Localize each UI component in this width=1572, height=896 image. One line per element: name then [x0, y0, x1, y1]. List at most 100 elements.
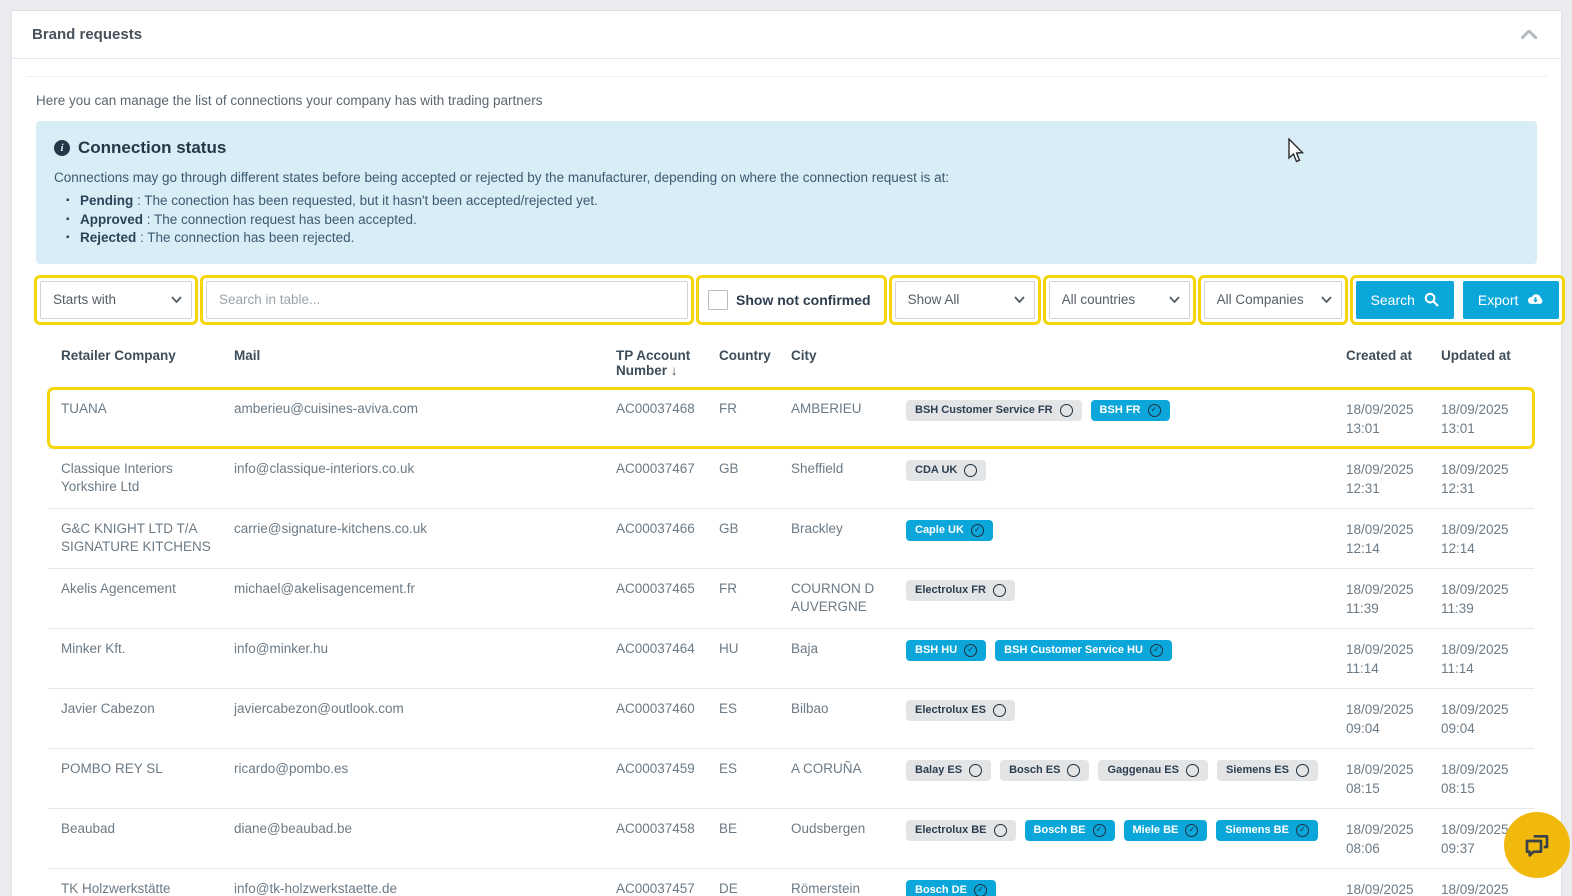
- brand-status-badge[interactable]: BSH FR ✓: [1090, 399, 1170, 421]
- chat-bubbles-icon: [1525, 835, 1549, 857]
- brand-status-badge[interactable]: BSH Customer Service HU ✓: [995, 639, 1172, 661]
- created-time: 08:06: [1346, 840, 1380, 856]
- cell-mail: michael@akelisagencement.fr: [221, 567, 603, 628]
- cell-brands: Electrolux ES: [893, 687, 1333, 748]
- cell-updated-at: 18/09/2025 13:01: [1428, 387, 1534, 448]
- brand-badge-list: Electrolux FR: [906, 579, 1323, 601]
- column-header-mail[interactable]: Mail: [221, 338, 603, 389]
- brand-status-badge[interactable]: Electrolux FR: [906, 579, 1015, 601]
- created-time: 11:39: [1346, 600, 1379, 616]
- table-row[interactable]: Akelis Agencement michael@akelisagencemen…: [48, 567, 1534, 628]
- check-circle-icon: ✓: [1092, 823, 1106, 837]
- cell-created-at: 18/09/202507:35: [1333, 867, 1428, 896]
- brand-status-badge[interactable]: Siemens ES: [1216, 759, 1318, 781]
- brand-badge-list: Balay ES Bosch ES Gaggenau ES Siemens ES: [906, 759, 1323, 781]
- cell-brands: BSH Customer Service FR BSH FR ✓: [893, 387, 1333, 448]
- cell-updated-at: 18/09/2025 08:15: [1428, 747, 1534, 808]
- table-row[interactable]: Beaubad diane@beaubad.be AC00037458 BE Oudsb…: [48, 807, 1534, 868]
- table-row[interactable]: Minker Kft. info@minker.hu AC00037464 HU Baj…: [48, 627, 1534, 688]
- sort-descending-icon: ↓: [670, 362, 678, 378]
- brand-status-badge[interactable]: Bosch DE ✓: [906, 879, 996, 896]
- cell-brands: Balay ES Bosch ES Gaggenau ES Siemens ES: [893, 747, 1333, 808]
- cell-created-at: 18/09/2025 08:06: [1333, 807, 1428, 868]
- table-row[interactable]: Classique Interiors Yorkshire Ltd info@cl…: [48, 447, 1534, 508]
- check-circle-icon: ✓: [1147, 403, 1161, 417]
- badge-label: BSH Customer Service FR: [915, 404, 1053, 416]
- created-time: 09:04: [1346, 720, 1380, 736]
- brand-status-badge[interactable]: Bosch ES: [1000, 759, 1090, 781]
- table-row[interactable]: Javier Cabezon javiercabezon@outlook.com A…: [48, 687, 1534, 748]
- check-circle-icon: ✓: [1149, 643, 1163, 657]
- check-circle-icon: ✓: [970, 523, 984, 537]
- brand-status-badge[interactable]: BSH Customer Service FR: [906, 399, 1082, 421]
- created-date: 18/09/2025: [1346, 581, 1414, 597]
- country-filter-select[interactable]: All countries: [1048, 280, 1190, 319]
- brand-status-badge[interactable]: Electrolux ES: [906, 699, 1015, 721]
- created-date: 18/09/2025: [1346, 701, 1414, 717]
- cell-city: AMBERIEU: [778, 387, 893, 448]
- show-not-confirmed-checkbox[interactable]: [708, 289, 728, 310]
- brand-status-badge[interactable]: Electrolux BE: [906, 819, 1016, 841]
- table-row[interactable]: TK Holzwerkstätte info@tk-holzwerkstaette…: [48, 867, 1534, 896]
- filter-bar: Starts with Show not confirmed Show All: [34, 274, 1566, 325]
- cell-country: DE: [706, 867, 778, 896]
- brand-status-badge[interactable]: Siemens BE ✓: [1216, 819, 1318, 841]
- status-filter-highlight: Show All: [888, 274, 1041, 325]
- brand-status-badge[interactable]: Bosch BE ✓: [1024, 819, 1115, 841]
- badge-label: Bosch ES: [1009, 764, 1061, 776]
- cell-retailer-company: TK Holzwerkstätte: [48, 867, 221, 896]
- cell-city: Baja: [778, 627, 893, 688]
- match-mode-select[interactable]: Starts with: [40, 280, 192, 319]
- created-time: 13:01: [1346, 420, 1380, 436]
- cell-tp-account-number: AC00037467: [603, 447, 706, 508]
- status-filter-select[interactable]: Show All: [894, 280, 1035, 319]
- panel-header: Brand requests: [12, 11, 1561, 59]
- pending-circle-icon: [1067, 763, 1081, 777]
- column-header-tp-account-number[interactable]: TP Account Number ↓: [603, 338, 706, 389]
- brand-status-badge[interactable]: Gaggenau ES: [1098, 759, 1208, 781]
- brand-status-badge[interactable]: Caple UK ✓: [906, 519, 993, 541]
- collapse-panel-button[interactable]: [1517, 23, 1541, 46]
- column-header-retailer-company[interactable]: Retailer Company: [48, 338, 221, 389]
- export-button[interactable]: Export: [1462, 280, 1560, 319]
- chat-widget-button[interactable]: [1504, 812, 1570, 878]
- updated-time: 11:14: [1441, 660, 1474, 676]
- table-row[interactable]: G&C KNIGHT LTD T/A SIGNATURE KITCHENS car…: [48, 507, 1534, 568]
- column-header-country[interactable]: Country: [706, 338, 778, 389]
- not-confirmed-highlight: Show not confirmed: [696, 274, 887, 325]
- cell-mail: info@minker.hu: [221, 627, 603, 688]
- status-definitions-list: Pending : The conection has been request…: [66, 192, 1519, 248]
- pending-circle-icon: [992, 703, 1006, 717]
- column-header-updated-at[interactable]: Updated at: [1428, 338, 1534, 389]
- company-filter-select[interactable]: All Companies: [1203, 280, 1342, 319]
- search-button[interactable]: Search: [1355, 280, 1454, 319]
- updated-time: 08:15: [1441, 780, 1475, 796]
- brand-status-badge[interactable]: BSH HU ✓: [906, 639, 987, 661]
- badge-label: BSH FR: [1099, 404, 1141, 416]
- cell-tp-account-number: AC00037459: [603, 747, 706, 808]
- badge-label: Siemens ES: [1225, 764, 1289, 776]
- created-date: 18/09/2025: [1346, 401, 1414, 417]
- cell-country: FR: [706, 387, 778, 448]
- table-row[interactable]: POMBO REY SL ricardo@pombo.es AC00037459 ES…: [48, 747, 1534, 808]
- brand-status-badge[interactable]: CDA UK: [906, 459, 987, 481]
- table-row[interactable]: TUANA amberieu@cuisines-aviva.com AC000374…: [47, 387, 1535, 449]
- cell-mail: info@tk-holzwerkstaette.de: [221, 867, 603, 896]
- column-header-created-at[interactable]: Created at: [1333, 338, 1428, 389]
- cell-updated-at: 18/09/2025 11:14: [1428, 627, 1534, 688]
- pending-circle-icon: [1059, 403, 1073, 417]
- cell-country: GB: [706, 507, 778, 568]
- created-date: 18/09/2025: [1346, 881, 1414, 896]
- brand-status-badge[interactable]: Balay ES: [906, 759, 992, 781]
- column-header-city[interactable]: City: [778, 338, 893, 389]
- created-date: 18/09/2025: [1346, 641, 1414, 657]
- badge-label: CDA UK: [915, 464, 958, 476]
- cell-created-at: 18/09/2025 11:14: [1333, 627, 1428, 688]
- pending-circle-icon: [1185, 763, 1199, 777]
- cell-brands: BSH HU ✓ BSH Customer Service HU ✓: [893, 627, 1333, 688]
- cell-created-at: 18/09/2025 12:31: [1333, 447, 1428, 508]
- brand-status-badge[interactable]: Miele BE ✓: [1123, 819, 1208, 841]
- brand-requests-panel: Brand requests Here you can manage the l…: [11, 10, 1566, 896]
- search-input[interactable]: [206, 280, 688, 319]
- badge-label: Bosch DE: [915, 884, 967, 896]
